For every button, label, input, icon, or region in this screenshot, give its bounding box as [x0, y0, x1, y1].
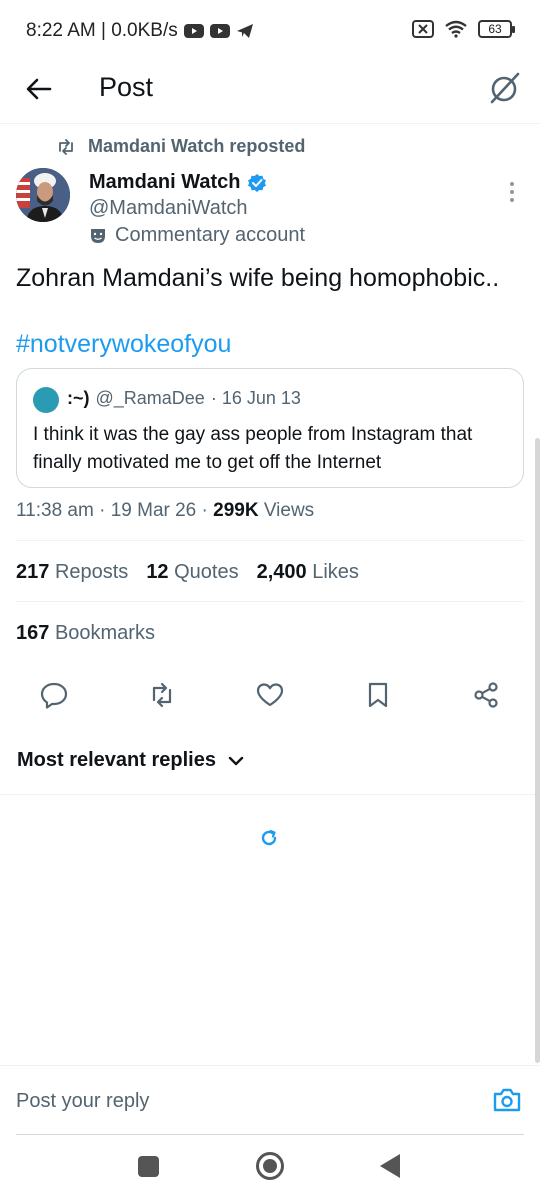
post-text: Zohran Mamdani’s wife being homophobic.. [16, 264, 500, 292]
loading-spinner-icon [261, 829, 277, 846]
likes-stat[interactable]: 2,400 Likes [257, 561, 359, 584]
youtube-icon [183, 24, 204, 38]
views-label[interactable]: Views [264, 500, 314, 521]
repost-indicator[interactable]: Mamdani Watch reposted [56, 136, 305, 157]
telegram-icon [236, 24, 253, 38]
commentary-badge[interactable]: Commentary account [89, 224, 305, 247]
reposts-label: Reposts [54, 561, 129, 583]
status-time: 8:22 AM | 0.0KB/s [26, 20, 178, 41]
arrow-left-icon[interactable] [22, 72, 56, 106]
divider [0, 794, 540, 795]
page-title: Post [99, 72, 154, 102]
post-time: 11:38 am [16, 500, 94, 521]
battery-icon: 63 [478, 20, 515, 38]
author-name-text: Mamdani Watch [89, 171, 241, 193]
grok-icon[interactable] [488, 70, 522, 106]
repost-label: Mamdani Watch reposted [88, 136, 306, 156]
sim-off-icon [412, 20, 434, 38]
bookmarks-count: 167 [16, 622, 50, 644]
repost-icon[interactable] [147, 680, 177, 710]
author-name[interactable]: Mamdani Watch [89, 171, 267, 194]
theater-masks-icon [91, 228, 105, 243]
scrollbar[interactable] [535, 438, 540, 1063]
quoted-text: I think it was the gay ass people from I… [33, 424, 473, 473]
reposts-stat[interactable]: 217 Reposts [16, 561, 128, 584]
quotes-stat[interactable]: 12 Quotes [146, 561, 238, 584]
recent-apps-icon[interactable] [138, 1156, 159, 1177]
avatar-image [16, 168, 70, 222]
commentary-label: Commentary account [115, 224, 306, 246]
status-bar: 8:22 AM | 0.0KB/s 63 [0, 0, 540, 62]
more-options-icon[interactable] [504, 180, 520, 204]
hashtag-link[interactable]: #notverywokeofyou [16, 330, 231, 359]
quoted-name: :~) [67, 388, 90, 408]
quoted-avatar [33, 387, 59, 413]
battery-level: 63 [488, 22, 502, 36]
engagement-stats: 217 Reposts 12 Quotes 2,400 Likes [16, 561, 359, 584]
wifi-icon [445, 20, 467, 38]
repost-icon [59, 138, 73, 155]
reply-composer[interactable]: Post your reply [0, 1065, 540, 1135]
reply-sort-dropdown[interactable]: Most relevant replies [17, 749, 244, 772]
youtube-icon [209, 24, 230, 38]
bookmark-icon[interactable] [363, 680, 393, 710]
avatar[interactable] [16, 168, 70, 222]
chevron-down-icon [228, 756, 244, 765]
likes-label: Likes [312, 561, 359, 583]
quoted-post[interactable]: :~) @_RamaDee · 16 Jun 13 I think it was… [16, 368, 524, 488]
divider [16, 540, 524, 541]
quotes-label: Quotes [174, 561, 239, 583]
bookmarks-label: Bookmarks [54, 622, 155, 644]
top-app-bar: Post [0, 62, 540, 124]
reply-icon[interactable] [39, 680, 69, 710]
quotes-count: 12 [146, 561, 169, 583]
reposts-count: 217 [16, 561, 50, 583]
back-triangle-icon[interactable] [380, 1154, 400, 1178]
reply-input-underline [16, 1134, 524, 1135]
reply-input[interactable]: Post your reply [16, 1090, 149, 1113]
divider [16, 601, 524, 602]
quoted-header: :~) @_RamaDee · 16 Jun 13 [67, 388, 301, 409]
views-count: 299K [213, 500, 259, 521]
post-date: 19 Mar 26 [110, 500, 197, 521]
like-heart-icon[interactable] [255, 680, 285, 710]
camera-icon[interactable] [492, 1086, 522, 1114]
quoted-handle: @_RamaDee [95, 388, 205, 408]
verified-badge-icon [247, 173, 266, 192]
system-navigation-bar [0, 1140, 540, 1199]
author-handle[interactable]: @MamdaniWatch [89, 197, 248, 220]
reply-sort-label: Most relevant replies [17, 749, 216, 771]
share-icon[interactable] [471, 680, 501, 710]
quoted-date: · 16 Jun 13 [210, 388, 301, 408]
home-icon[interactable] [256, 1152, 284, 1180]
likes-count: 2,400 [256, 561, 307, 583]
post-meta: 11:38 am · 19 Mar 26 · 299K Views [16, 500, 315, 521]
bookmarks-stat[interactable]: 167 Bookmarks [16, 622, 155, 645]
